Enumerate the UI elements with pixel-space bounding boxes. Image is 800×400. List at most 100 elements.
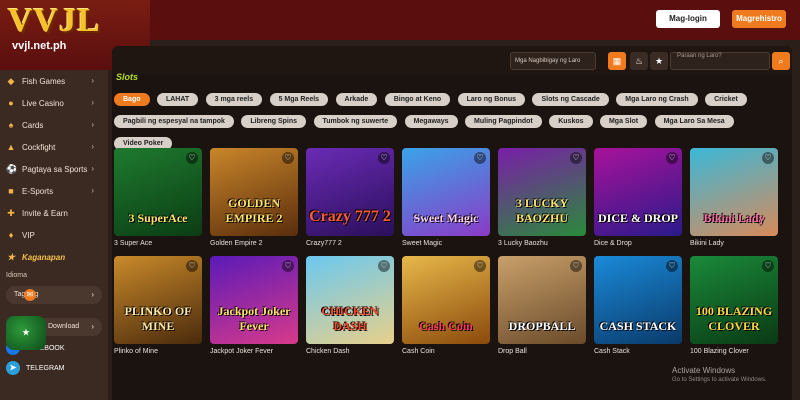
game-card[interactable]: CASH STACK ♡ Cash Stack (594, 256, 682, 358)
sidebar-item-vip[interactable]: ♦ VIP (0, 224, 108, 246)
sidebar-item-invite[interactable]: ✚ Invite & Earn (0, 202, 108, 224)
tag-slots[interactable]: Mga Slot (599, 115, 648, 128)
language-select[interactable]: Tagalog › (6, 286, 102, 304)
game-art-title: Cash Coin (419, 319, 473, 333)
sidebar-item-live-casino[interactable]: ● Live Casino › (0, 92, 108, 114)
game-card[interactable]: Jackpot Joker Fever ♡ Jackpot Joker Feve… (210, 256, 298, 358)
heart-icon[interactable]: ♡ (570, 260, 582, 272)
search-icon[interactable]: ⌕ (772, 52, 790, 70)
game-art-title: Jackpot Joker Fever (217, 304, 291, 333)
tag-bonus[interactable]: Laro ng Bonus (457, 93, 525, 106)
tag-arkade[interactable]: Arkade (335, 93, 378, 106)
game-card[interactable]: PLINKO OF MINE ♡ Plinko of Mine (114, 256, 202, 358)
sidebar-item-sports[interactable]: ⚽ Pagtaya sa Sports › (0, 158, 108, 180)
sidebar-item-label: Live Casino (22, 98, 64, 108)
game-card[interactable]: 3 LUCKY BAOZHU ♡ 3 Lucky Baozhu (498, 148, 586, 250)
game-thumbnail[interactable]: Crazy 777 2 ♡ (306, 148, 394, 236)
game-thumbnail[interactable]: DROPBALL ♡ (498, 256, 586, 344)
heart-icon[interactable]: ♡ (282, 260, 294, 272)
game-thumbnail[interactable]: Jackpot Joker Fever ♡ (210, 256, 298, 344)
star-icon[interactable]: ★ (650, 52, 668, 70)
telegram-link[interactable]: ➤ TELEGRAM (6, 360, 102, 376)
floating-promo-logo[interactable]: ★ (6, 316, 46, 350)
heart-icon[interactable]: ♡ (666, 152, 678, 164)
game-thumbnail[interactable]: CASH STACK ♡ (594, 256, 682, 344)
sidebar-item-events[interactable]: ★ Kaganapan (0, 246, 108, 268)
tag-free-spins[interactable]: Libreng Spins (241, 115, 307, 128)
hot-icon[interactable]: ♨ (630, 52, 648, 70)
games-content: Slots Bago LAHAT 3 mga reels 5 Mga Reels… (112, 72, 792, 400)
game-name: Drop Ball (498, 348, 527, 355)
game-art-title: DROPBALL (508, 319, 576, 333)
game-card[interactable]: DICE & DROP ♡ Dice & Drop (594, 148, 682, 250)
sidebar-item-esports[interactable]: ■ E-Sports › (0, 180, 108, 202)
heart-icon[interactable]: ♡ (186, 260, 198, 272)
game-card[interactable]: DROPBALL ♡ Drop Ball (498, 256, 586, 358)
heart-icon[interactable]: ♡ (186, 152, 198, 164)
sidebar-item-fish-games[interactable]: ◆ Fish Games › (0, 70, 108, 92)
game-card[interactable]: Cash Coin ♡ Cash Coin (402, 256, 490, 358)
tag-lahat[interactable]: LAHAT (156, 93, 199, 106)
tag-bago[interactable]: Bago (114, 93, 150, 106)
tag-cascade[interactable]: Slots ng Cascade (532, 93, 609, 106)
heart-icon[interactable]: ♡ (378, 260, 390, 272)
tag-3-reels[interactable]: 3 mga reels (205, 93, 263, 106)
game-thumbnail[interactable]: CHICKEN DASH ♡ (306, 256, 394, 344)
search-input[interactable]: Paraan ng Laro? (670, 52, 770, 70)
chevron-right-icon: › (91, 76, 94, 85)
tag-bingo-keno[interactable]: Bingo at Keno (384, 93, 451, 106)
event-icon: ★ (6, 252, 16, 262)
heart-icon[interactable]: ♡ (570, 152, 582, 164)
tag-lucky[interactable]: Tumbok ng suwerte (313, 115, 398, 128)
game-thumbnail[interactable]: Cash Coin ♡ (402, 256, 490, 344)
register-button[interactable]: Magrehistro (732, 10, 786, 28)
page: Mag-login Magrehistro VVJL vvjl.net.ph ◆… (0, 0, 800, 400)
rooster-icon: ▲ (6, 142, 16, 152)
game-thumbnail[interactable]: DICE & DROP ♡ (594, 148, 682, 236)
game-art-title: 100 BLAZING CLOVER (695, 304, 773, 333)
game-thumbnail[interactable]: Sweet Magic ♡ (402, 148, 490, 236)
sidebar-item-cards[interactable]: ♠ Cards › (0, 114, 108, 136)
game-card[interactable]: Crazy 777 2 ♡ Crazy777 2 (306, 148, 394, 250)
game-thumbnail[interactable]: PLINKO OF MINE ♡ (114, 256, 202, 344)
game-card[interactable]: 100 BLAZING CLOVER ♡ 100 Blazing Clover (690, 256, 778, 358)
game-thumbnail[interactable]: 100 BLAZING CLOVER ♡ (690, 256, 778, 344)
tag-megaways[interactable]: Megaways (404, 115, 458, 128)
game-card[interactable]: Bikini Lady ♡ Bikini Lady (690, 148, 778, 250)
tag-cricket[interactable]: Cricket (705, 93, 747, 106)
heart-icon[interactable]: ♡ (666, 260, 678, 272)
game-thumbnail[interactable]: GOLDEN EMPIRE 2 ♡ (210, 148, 298, 236)
heart-icon[interactable]: ♡ (762, 260, 774, 272)
main-header: Mga Nagbibigay ng Laro ▦ ♨ ★ Paraan ng L… (112, 46, 792, 74)
grid-view-icon[interactable]: ▦ (608, 52, 626, 70)
game-thumbnail[interactable]: 3 SuperAce ♡ (114, 148, 202, 236)
login-button[interactable]: Mag-login (656, 10, 720, 28)
chevron-right-icon: › (91, 164, 94, 173)
category-tags: Bago LAHAT 3 mga reels 5 Mga Reels Arkad… (114, 88, 790, 154)
tag-table[interactable]: Mga Laro Sa Mesa (654, 115, 734, 128)
chat-icon[interactable]: ✉ (24, 289, 36, 301)
game-card[interactable]: CHICKEN DASH ♡ Chicken Dash (306, 256, 394, 358)
sidebar-item-cockfight[interactable]: ▲ Cockfight › (0, 136, 108, 158)
game-card[interactable]: 3 SuperAce ♡ 3 Super Ace (114, 148, 202, 250)
heart-icon[interactable]: ♡ (474, 152, 486, 164)
heart-icon[interactable]: ♡ (282, 152, 294, 164)
game-card[interactable]: Sweet Magic ♡ Sweet Magic (402, 148, 490, 250)
language-label: Idioma (6, 272, 28, 279)
game-thumbnail[interactable]: Bikini Lady ♡ (690, 148, 778, 236)
heart-icon[interactable]: ♡ (474, 260, 486, 272)
heart-icon[interactable]: ♡ (762, 152, 774, 164)
tag-feature-buy[interactable]: Pagbili ng espesyal na tampok (114, 115, 234, 128)
provider-select[interactable]: Mga Nagbibigay ng Laro (510, 52, 596, 70)
game-name: Plinko of Mine (114, 348, 158, 355)
heart-icon[interactable]: ♡ (378, 152, 390, 164)
tag-crash[interactable]: Mga Laro ng Crash (616, 93, 698, 106)
cards-icon: ♠ (8, 120, 14, 130)
tag-respin[interactable]: Muling Pagpindot (465, 115, 542, 128)
tag-5-reels[interactable]: 5 Mga Reels (269, 93, 329, 106)
tag-scratch[interactable]: Kuskos (549, 115, 593, 128)
game-card[interactable]: GOLDEN EMPIRE 2 ♡ Golden Empire 2 (210, 148, 298, 250)
game-name: Cash Stack (594, 348, 630, 355)
game-name: 3 Super Ace (114, 240, 153, 247)
game-thumbnail[interactable]: 3 LUCKY BAOZHU ♡ (498, 148, 586, 236)
